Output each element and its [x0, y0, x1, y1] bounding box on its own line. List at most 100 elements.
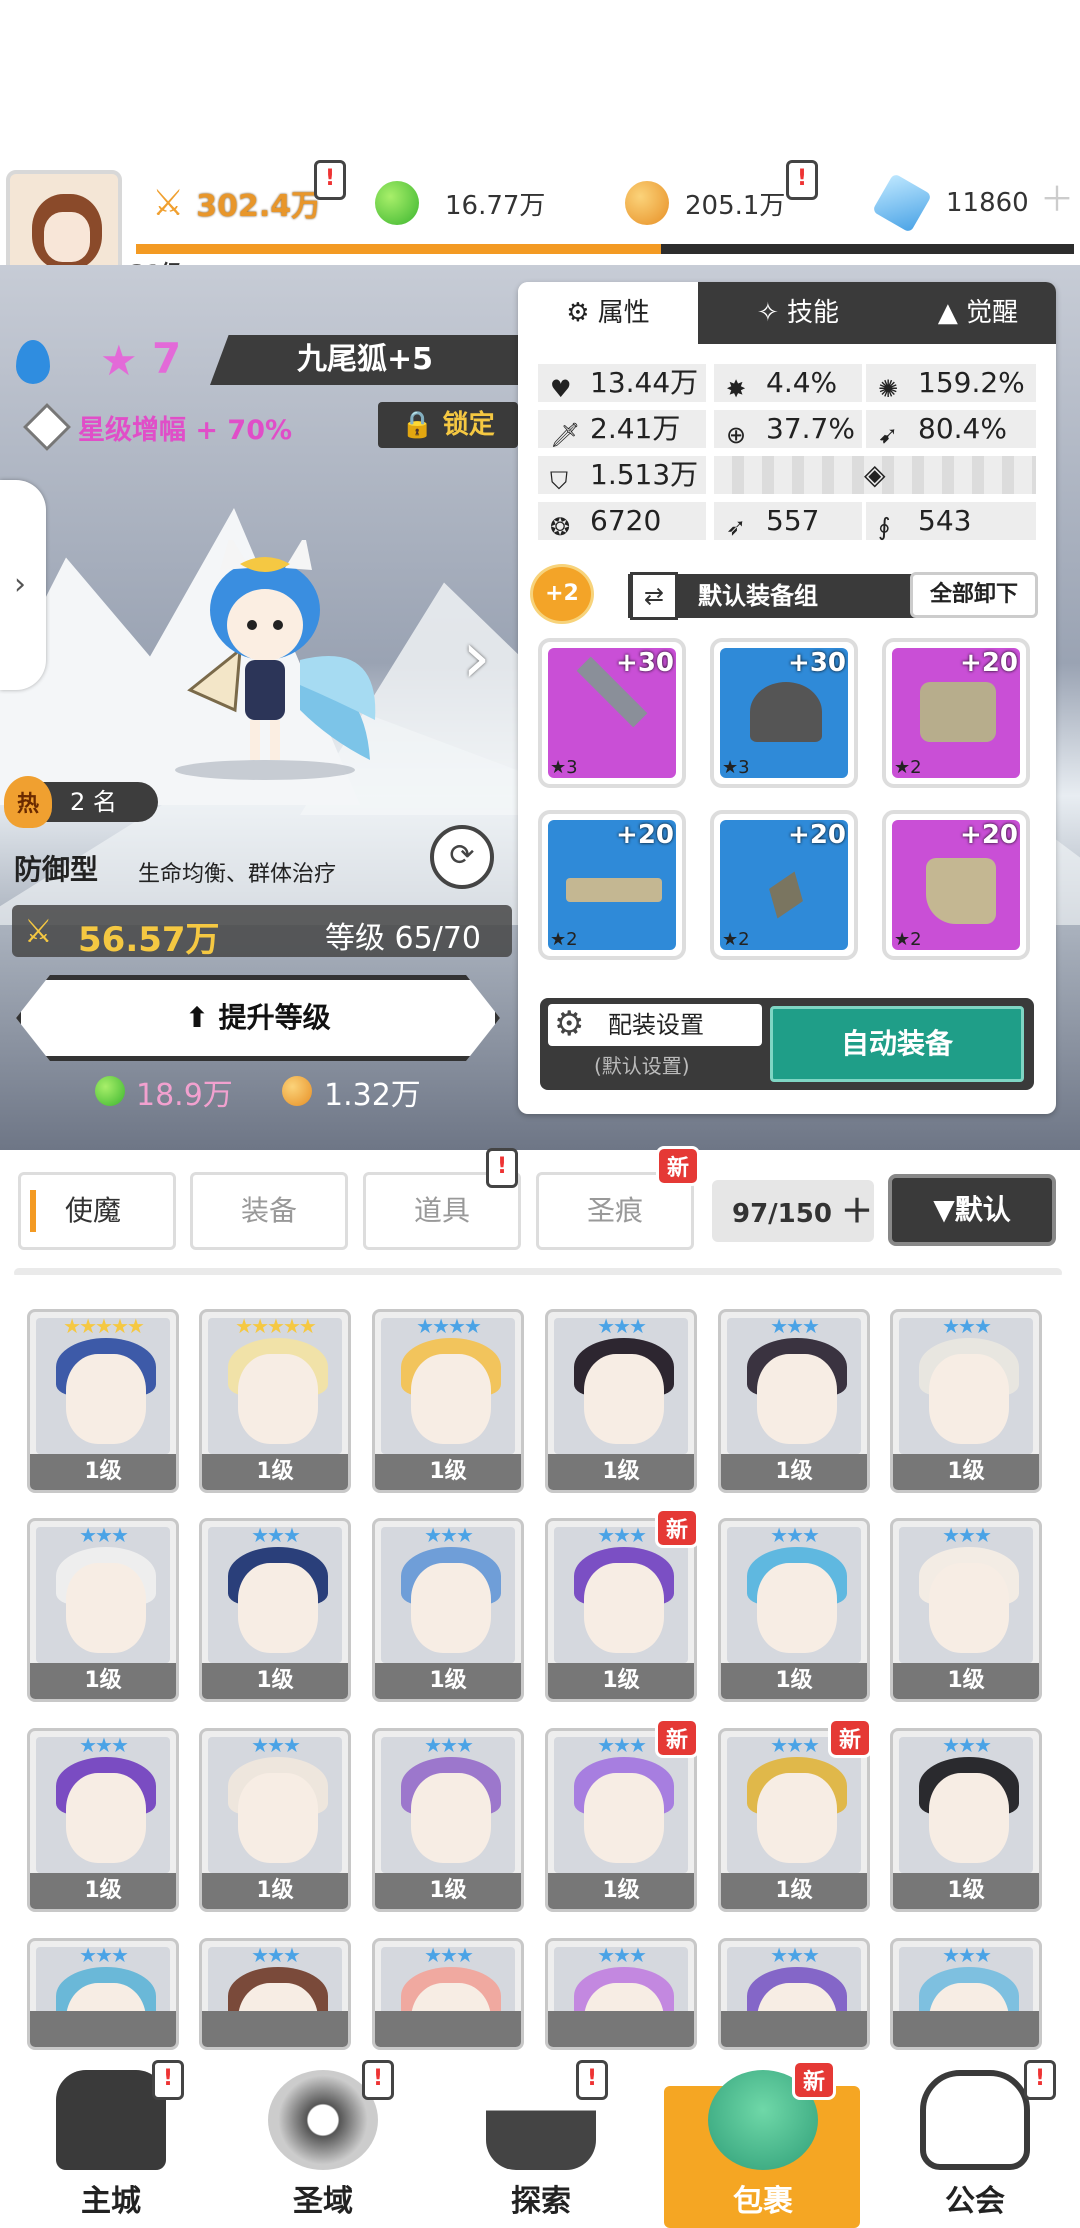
familiar-level: 1级 — [375, 1873, 521, 1909]
familiar-card[interactable]: ★★★ — [27, 1938, 179, 2050]
tab-skills[interactable]: ✧ 技能 — [718, 282, 878, 344]
stat-accuracy: ⊕ 37.7% — [714, 410, 862, 449]
equip-plus: +20 — [960, 648, 1018, 678]
familiar-card[interactable]: ★★★ 1级 — [718, 1518, 870, 1702]
equip-slot-belt[interactable]: +20 ★2 — [538, 810, 686, 960]
equip-slot-necklace[interactable]: +20 ★2 — [710, 810, 858, 960]
guild-helmet-icon — [920, 2070, 1030, 2170]
equip-plus: +30 — [616, 648, 674, 678]
equip-slot-armor[interactable]: +20 ★2 — [882, 638, 1030, 788]
tab-equipment[interactable]: 装备 — [190, 1172, 348, 1250]
power-alert-icon[interactable]: ! — [314, 160, 346, 200]
tab-attributes[interactable]: ⚙ 属性 — [518, 282, 698, 344]
familiar-portrait — [208, 1737, 342, 1873]
tab-familiars-label: 使魔 — [65, 1194, 122, 1227]
sort-dropdown[interactable]: ▼默认 — [888, 1174, 1056, 1246]
equip-stars: ★2 — [894, 929, 922, 950]
familiar-card[interactable]: ★★★ — [890, 1938, 1042, 2050]
familiar-stars: ★★★★ — [416, 1314, 482, 1338]
familiar-card[interactable]: ★★★ 1级 — [199, 1728, 351, 1912]
nav-explore-label: 探索 — [511, 2184, 571, 2219]
gold-display[interactable]: 205.1万 — [625, 172, 785, 234]
diamond-icon — [871, 172, 933, 234]
familiar-face — [238, 1354, 318, 1444]
familiar-card[interactable]: ★★★ 1级 — [27, 1518, 179, 1702]
familiar-card[interactable]: ★★★ 1级 — [890, 1309, 1042, 1493]
unequip-all-button[interactable]: 全部卸下 — [910, 572, 1038, 618]
familiar-card[interactable]: ★★★ — [718, 1938, 870, 2050]
familiar-card[interactable]: ★★★ 1级 — [718, 1309, 870, 1493]
familiar-card[interactable]: ★★★★★ 1级 — [199, 1309, 351, 1493]
swap-icon[interactable]: ⇄ — [630, 572, 678, 620]
familiar-level: 1级 — [721, 1873, 867, 1909]
familiar-level: 1级 — [30, 1873, 176, 1909]
upgrade-cost-green: 18.9万 — [136, 1078, 233, 1113]
familiar-stars: ★★★ — [424, 1523, 474, 1547]
nav-alert-icon: ! — [152, 2060, 184, 2100]
equip-slot-helmet[interactable]: +30 ★3 — [710, 638, 858, 788]
expand-plus-icon[interactable]: ＋ — [841, 1192, 873, 1230]
stat-speed-value: 80.4% — [918, 412, 1007, 445]
familiar-card[interactable]: ★★★ — [372, 1938, 524, 2050]
familiar-face — [411, 1773, 491, 1863]
stat-b: ➶ 557 — [714, 502, 862, 541]
diamond-value: 11860 — [946, 188, 1029, 218]
lock-button[interactable]: 🔒 锁定 — [378, 402, 518, 448]
new-badge: 新 — [655, 1508, 699, 1548]
familiar-card[interactable]: ★★★ 1级 — [545, 1309, 697, 1493]
familiar-stars: ★★★ — [942, 1314, 992, 1338]
green-gem-display[interactable]: 16.77万 — [375, 172, 545, 234]
stat-c-value: 543 — [918, 504, 972, 537]
familiar-stars: ★★★ — [251, 1943, 301, 1967]
rotate-view-icon[interactable]: ⟳ — [430, 825, 494, 889]
tab-familiars[interactable]: 使魔 — [18, 1172, 176, 1250]
nav-bag-label: 包裹 — [733, 2184, 793, 2219]
gold-alert-icon[interactable]: ! — [786, 160, 818, 200]
familiar-card[interactable]: ★★★ — [545, 1938, 697, 2050]
familiar-stars: ★★★ — [424, 1733, 474, 1757]
nav-alert-icon: ! — [576, 2060, 608, 2100]
familiar-card[interactable]: ★★★ 1级 — [199, 1518, 351, 1702]
add-diamond-icon[interactable]: ＋ — [1040, 172, 1074, 221]
diamond-display[interactable]: 11860 — [871, 172, 1029, 234]
familiar-level — [375, 2011, 521, 2047]
combat-power-value: 56.57万 — [78, 920, 220, 960]
equip-slot-boots[interactable]: +20 ★2 — [882, 810, 1030, 960]
equip-slot-weapon[interactable]: +30 ★3 — [538, 638, 686, 788]
inventory-count-value: 97/150 — [732, 1199, 832, 1229]
set-bonus-badge[interactable]: +2 — [530, 564, 594, 624]
familiar-stars: ★★★ — [597, 1314, 647, 1338]
upgrade-cost-gold: 1.32万 — [324, 1078, 421, 1113]
upgrade-level-button[interactable]: ⬆ 提升等级 — [16, 975, 500, 1061]
familiar-card[interactable]: ★★★ 1级 — [27, 1728, 179, 1912]
hero-character-sprite — [175, 540, 376, 780]
stat-accuracy-value: 37.7% — [766, 412, 855, 445]
familiar-face — [929, 1354, 1009, 1444]
familiar-card[interactable]: ★★★★★ 1级 — [27, 1309, 179, 1493]
familiar-card[interactable]: ★★★★ 1级 — [372, 1309, 524, 1493]
hero-info-panel: ⚙ 属性 ✧ 技能 ▲ 觉醒 ♥ 13.44万 ✸ 4.4% ✺ 159.2% 🗡 2.… — [518, 282, 1056, 1114]
stat-crit-rate-value: 4.4% — [766, 366, 838, 399]
familiar-card[interactable]: ★★★ 1级 — [890, 1728, 1042, 1912]
familiar-face — [411, 1563, 491, 1653]
new-badge: 新 — [828, 1718, 872, 1758]
familiar-stars: ★★★★★ — [63, 1314, 145, 1338]
familiar-card[interactable]: ★★★ 1级 — [890, 1518, 1042, 1702]
tab-awaken[interactable]: ▲ 觉醒 — [898, 282, 1058, 344]
stat-defense: ⛉ 1.513万 — [538, 456, 706, 495]
hero-star-count: 7 — [152, 334, 182, 383]
next-hero-arrow-icon[interactable]: › — [462, 615, 491, 699]
familiar-stars: ★★★ — [597, 1943, 647, 1967]
familiar-stars: ★★★ — [251, 1733, 301, 1757]
hero-level: 等级 65/70 — [325, 921, 481, 956]
equip-stars: ★2 — [894, 757, 922, 778]
familiar-card[interactable]: ★★★ — [199, 1938, 351, 2050]
familiar-card[interactable]: ★★★ 1级 — [372, 1518, 524, 1702]
prev-hero-arrow-icon[interactable]: › — [0, 480, 46, 690]
auto-equip-button[interactable]: 自动装备 — [770, 1006, 1024, 1082]
familiar-portrait — [554, 1318, 688, 1454]
equip-stars: ★3 — [722, 757, 750, 778]
familiar-face — [238, 1773, 318, 1863]
familiar-level — [548, 2011, 694, 2047]
familiar-card[interactable]: ★★★ 1级 — [372, 1728, 524, 1912]
